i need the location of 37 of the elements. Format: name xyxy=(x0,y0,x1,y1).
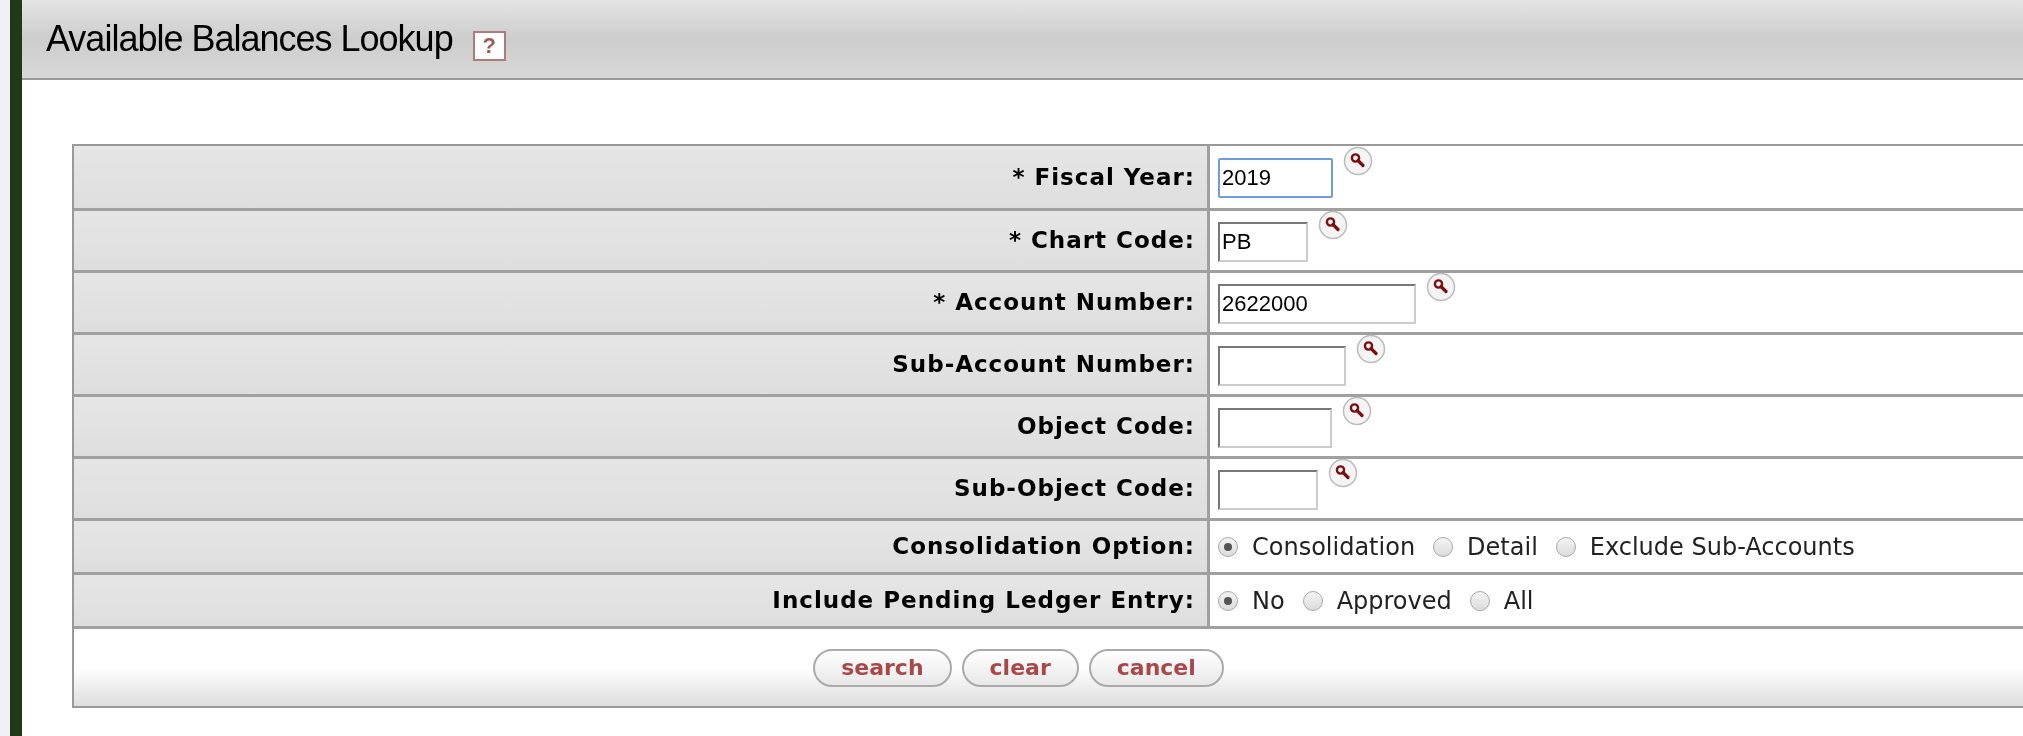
field-label: * Fiscal Year: xyxy=(1012,162,1195,192)
lookup-search-icon[interactable] xyxy=(1356,333,1386,364)
field-label: Sub-Account Number: xyxy=(892,350,1195,380)
text-input[interactable]: 2019 xyxy=(1218,158,1333,198)
field-label: Consolidation Option: xyxy=(892,532,1195,562)
radio-label: No xyxy=(1252,585,1285,617)
field-label: Include Pending Ledger Entry: xyxy=(772,586,1195,616)
help-button[interactable]: ? xyxy=(472,31,506,61)
text-input[interactable] xyxy=(1218,407,1332,448)
page-title: Available Balances Lookup xyxy=(46,17,453,61)
field-label: * Chart Code: xyxy=(1008,226,1195,256)
radio-label: Exclude Sub-Accounts xyxy=(1589,531,1855,563)
radio-button[interactable] xyxy=(1218,590,1238,611)
radio-button[interactable] xyxy=(1469,590,1490,611)
action-button[interactable]: clear xyxy=(961,648,1079,687)
field-label: Object Code: xyxy=(1016,412,1195,442)
radio-button[interactable] xyxy=(1555,536,1576,557)
radio-label: All xyxy=(1503,585,1534,617)
lookup-search-icon[interactable] xyxy=(1318,209,1348,240)
lookup-search-icon[interactable] xyxy=(1343,146,1373,176)
action-button[interactable]: cancel xyxy=(1088,648,1224,687)
lookup-search-icon[interactable] xyxy=(1328,457,1358,488)
text-input[interactable] xyxy=(1218,469,1318,510)
radio-label: Consolidation xyxy=(1252,531,1416,563)
radio-button[interactable] xyxy=(1302,590,1323,611)
radio-button[interactable] xyxy=(1433,536,1454,557)
field-label: * Account Number: xyxy=(933,288,1195,318)
text-input[interactable]: PB xyxy=(1218,221,1308,262)
lookup-search-icon[interactable] xyxy=(1426,271,1456,302)
action-button[interactable]: search xyxy=(813,648,952,687)
radio-label: Detail xyxy=(1467,531,1538,563)
field-label: Sub-Object Code: xyxy=(953,474,1195,504)
radio-label: Approved xyxy=(1336,585,1452,617)
lookup-search-icon[interactable] xyxy=(1342,395,1372,426)
text-input[interactable]: 2622000 xyxy=(1218,283,1416,324)
radio-button[interactable] xyxy=(1218,536,1238,557)
text-input[interactable] xyxy=(1218,345,1346,386)
